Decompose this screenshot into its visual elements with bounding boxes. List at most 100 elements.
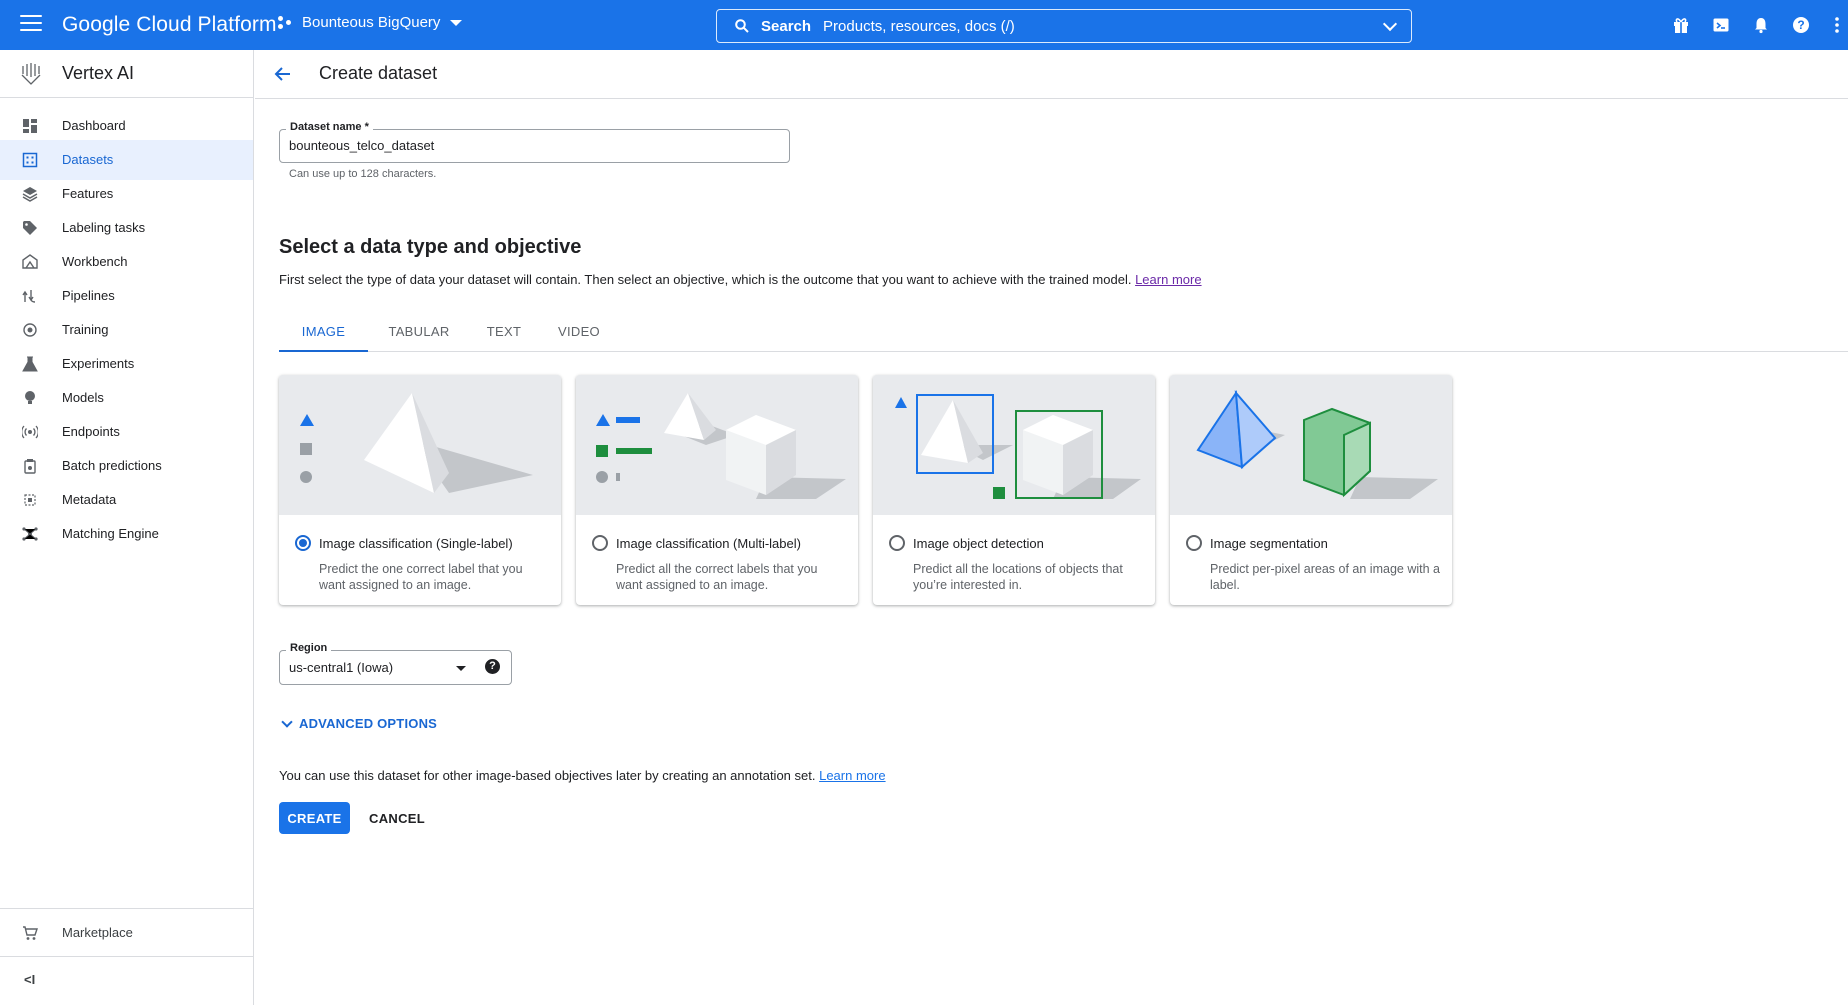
dataset-name-hint: Can use up to 128 characters. <box>289 168 437 180</box>
caret-down-icon <box>450 19 463 26</box>
datasets-icon <box>22 152 38 168</box>
top-app-bar: Google Cloud Platform Bounteous BigQuery… <box>0 0 1848 50</box>
vertex-ai-logo-icon <box>21 63 41 85</box>
tag-icon <box>23 221 37 235</box>
region-value: us-central1 (Iowa) <box>289 660 394 675</box>
more-vert-icon[interactable] <box>1832 16 1842 34</box>
tab-image[interactable]: IMAGE <box>279 312 368 352</box>
search-icon <box>735 19 749 33</box>
matching-icon <box>22 527 38 541</box>
region-help-icon[interactable]: ? <box>485 659 500 674</box>
dashboard-icon <box>23 119 37 133</box>
data-type-tabs: IMAGE TABULAR TEXT VIDEO <box>279 312 1848 352</box>
cancel-button[interactable]: CANCEL <box>359 802 435 834</box>
section-description-text: First select the type of data your datas… <box>279 272 1132 287</box>
sidebar-item-label: Pipelines <box>62 288 115 303</box>
chevron-down-icon <box>281 715 293 728</box>
sidebar-item-label: Matching Engine <box>62 526 159 541</box>
lightbulb-icon <box>25 391 35 404</box>
batch-icon <box>24 459 36 474</box>
sidebar: Vertex AI Dashboard Datasets Features La… <box>0 50 254 1005</box>
project-icon <box>278 15 294 31</box>
search-bar[interactable]: Search Products, resources, docs (/) <box>716 9 1412 43</box>
single-label-illustration <box>279 375 561 515</box>
radio-single-label[interactable] <box>295 535 311 551</box>
training-icon <box>23 323 37 337</box>
sidebar-header: Vertex AI <box>0 50 253 98</box>
search-label: Search <box>761 17 812 35</box>
back-arrow-icon[interactable] <box>273 64 293 84</box>
annotation-learn-more-link[interactable]: Learn more <box>819 768 885 783</box>
card-title: Image classification (Single-label) <box>319 536 513 551</box>
sidebar-item-label: Models <box>62 390 104 405</box>
sidebar-item-label: Marketplace <box>62 925 133 940</box>
product-title: Vertex AI <box>62 63 135 83</box>
help-icon[interactable]: ? <box>1792 16 1810 34</box>
segmentation-illustration <box>1170 375 1452 515</box>
svg-text:?: ? <box>1797 18 1804 32</box>
metadata-icon <box>24 494 36 506</box>
features-icon <box>22 187 38 202</box>
sidebar-item-label: Dashboard <box>62 118 126 133</box>
endpoints-icon <box>22 425 38 439</box>
sidebar-item-label: Features <box>62 186 114 201</box>
objective-card-single-label[interactable]: Image classification (Single-label) Pred… <box>279 375 561 605</box>
sidebar-item-matching-engine[interactable]: Matching Engine <box>0 514 253 554</box>
sidebar-item-label: Batch predictions <box>62 458 162 473</box>
radio-multi-label[interactable] <box>592 535 608 551</box>
section-title: Select a data type and objective <box>279 236 582 258</box>
card-title: Image segmentation <box>1210 536 1328 551</box>
pipelines-icon <box>22 290 36 303</box>
sidebar-item-label: Workbench <box>62 254 128 269</box>
sidebar-collapse-section: <I <box>0 956 253 1005</box>
project-selector[interactable]: Bounteous BigQuery <box>278 14 463 31</box>
region-label: Region <box>286 642 332 654</box>
radio-segmentation[interactable] <box>1186 535 1202 551</box>
search-placeholder: Products, resources, docs (/) <box>823 17 1015 35</box>
flask-icon <box>22 356 38 372</box>
sidebar-item-label: Metadata <box>62 492 117 507</box>
advanced-options-toggle[interactable]: ADVANCED OPTIONS <box>279 715 438 731</box>
dataset-name-label: Dataset name * <box>286 121 373 133</box>
sidebar-item-label: Endpoints <box>62 424 120 439</box>
region-select[interactable]: Region us-central1 (Iowa) <box>279 642 512 685</box>
objective-card-segmentation[interactable]: Image segmentation Predict per-pixel are… <box>1170 375 1452 605</box>
collapse-sidebar-button[interactable]: <I <box>24 972 35 987</box>
sidebar-item-label: Datasets <box>62 152 114 167</box>
tab-video[interactable]: VIDEO <box>544 312 614 352</box>
workbench-icon <box>22 254 38 269</box>
cloud-shell-icon[interactable] <box>1712 16 1730 34</box>
sidebar-item-label: Training <box>62 322 109 337</box>
objective-card-multi-label[interactable]: Image classification (Multi-label) Predi… <box>576 375 858 605</box>
card-description: Predict the one correct label that you w… <box>319 562 523 592</box>
card-description: Predict all the correct labels that you … <box>616 562 818 592</box>
gift-icon[interactable] <box>1672 16 1690 34</box>
dataset-name-field[interactable]: Dataset name * <box>279 121 790 163</box>
sidebar-item-label: Experiments <box>62 356 135 371</box>
create-button[interactable]: CREATE <box>279 802 350 834</box>
objective-card-object-detection[interactable]: Image object detection Predict all the l… <box>873 375 1155 605</box>
dataset-name-input[interactable] <box>289 138 748 153</box>
chevron-down-icon[interactable] <box>1382 16 1398 32</box>
advanced-options-label: ADVANCED OPTIONS <box>299 716 438 731</box>
radio-object-detection[interactable] <box>889 535 905 551</box>
card-title: Image classification (Multi-label) <box>616 536 801 551</box>
multi-label-illustration <box>576 375 858 515</box>
annotation-note-text: You can use this dataset for other image… <box>279 768 816 783</box>
main-content: Create dataset Dataset name * Can use up… <box>255 50 1848 1005</box>
brand-title[interactable]: Google Cloud Platform <box>62 13 277 37</box>
annotation-note: You can use this dataset for other image… <box>279 768 886 783</box>
learn-more-link[interactable]: Learn more <box>1135 272 1201 287</box>
page-header: Create dataset <box>255 50 1848 99</box>
hamburger-menu-icon[interactable] <box>20 15 42 33</box>
sidebar-item-marketplace[interactable]: Marketplace <box>0 913 253 953</box>
bell-icon[interactable] <box>1752 16 1770 34</box>
section-description: First select the type of data your datas… <box>279 272 1202 287</box>
tab-tabular[interactable]: TABULAR <box>374 312 464 352</box>
card-description: Predict all the locations of objects tha… <box>913 562 1123 592</box>
sidebar-marketplace-section: Marketplace <box>0 908 253 956</box>
object-detection-illustration <box>873 375 1155 515</box>
cart-icon <box>23 926 38 940</box>
card-description: Predict per-pixel areas of an image with… <box>1210 562 1440 592</box>
tab-text[interactable]: TEXT <box>469 312 539 352</box>
